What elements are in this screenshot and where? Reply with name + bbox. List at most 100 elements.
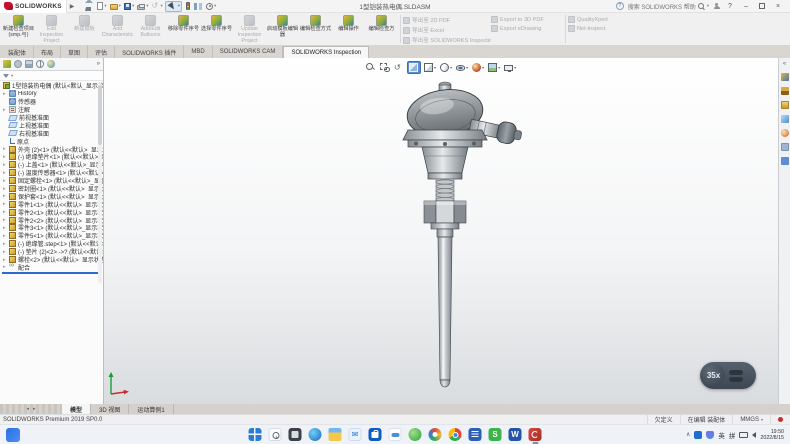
tree-row[interactable]: ▸ (-) 绝缘垫片<1> (默认<<默认>_显示 xyxy=(0,153,103,161)
save-icon[interactable]: ▾ xyxy=(123,1,135,12)
help-menu-button[interactable]: ? xyxy=(724,3,736,10)
tree-end-bar[interactable] xyxy=(2,272,101,274)
export-menu-item[interactable]: Net-Inspect xyxy=(568,25,640,32)
file-explorer-pane-icon[interactable] xyxy=(781,101,789,109)
command-tab[interactable]: SOLIDWORKS CAM xyxy=(213,46,284,58)
ribbon-button[interactable]: 编辑检查方式 xyxy=(299,14,332,44)
document-tab[interactable]: 3D 视图 xyxy=(91,404,129,414)
forum-icon[interactable] xyxy=(781,157,789,165)
command-tab[interactable]: 布局 xyxy=(34,46,61,58)
tree-row[interactable]: 右视基准面 xyxy=(0,129,103,137)
browser-icon[interactable] xyxy=(429,428,442,441)
security-shield-icon[interactable] xyxy=(706,431,714,439)
tree-row[interactable]: ▸ 零件2<1> (默认<<默认>_显示状 xyxy=(0,208,103,216)
file-explorer-icon[interactable] xyxy=(329,428,342,441)
help-search-box[interactable]: 搜索 SOLIDWORKS 帮助 ▾ xyxy=(628,2,709,11)
thermocouple-3d-model[interactable] xyxy=(384,80,534,392)
tree-row[interactable]: ▸ (-) 上盖<1> (默认<<默认>_显示状 xyxy=(0,161,103,169)
ribbon-button[interactable]: Add/Edit Balloons xyxy=(134,14,167,44)
tree-row[interactable]: ▸ 保护套<1> (默认<<默认>_显示状 xyxy=(0,192,103,200)
reader-icon[interactable] xyxy=(469,428,482,441)
tree-row[interactable]: ▸ 固定螺栓<1> (默认<<默认>_显示 xyxy=(0,177,103,185)
taskbar-clock[interactable]: 19:50 2022/8/15 xyxy=(760,429,784,441)
home-icon[interactable] xyxy=(83,1,94,12)
sw-resources-icon[interactable] xyxy=(781,73,789,81)
options-columns-icon[interactable] xyxy=(193,1,204,12)
volume-tray-icon[interactable] xyxy=(752,432,756,438)
restore-button[interactable] xyxy=(759,3,765,9)
cloud-app-icon[interactable] xyxy=(389,428,402,441)
tree-row[interactable]: ▸ 零件2<2> (默认<<默认>_显示状 xyxy=(0,216,103,224)
widgets-icon[interactable] xyxy=(6,428,20,442)
tree-row[interactable]: 前视基准面 xyxy=(0,114,103,122)
property-manager-tab-icon[interactable] xyxy=(14,60,22,68)
new-document-icon[interactable]: ▾ xyxy=(95,1,107,12)
tree-row[interactable]: ▸ (-) 温度传感器<1> (默认<<默认>_ xyxy=(0,169,103,177)
select-cursor-icon[interactable]: ▾ xyxy=(165,1,182,12)
dimxpert-manager-tab-icon[interactable] xyxy=(36,60,44,68)
tree-row[interactable]: 上视基准面 xyxy=(0,121,103,129)
ime-pinyin-indicator[interactable]: 拼 xyxy=(729,430,736,440)
command-tab[interactable]: 装配体 xyxy=(1,46,34,58)
start-icon[interactable] xyxy=(249,428,262,441)
tree-row[interactable]: ▸ 零件5<1> (默认<<默认>_显示状 xyxy=(0,232,103,240)
export-menu-item[interactable]: QualityXpert xyxy=(568,16,640,23)
ribbon-button[interactable]: Add Characteristic xyxy=(101,14,134,44)
tree-row[interactable]: 原点 xyxy=(0,137,103,145)
ribbon-button[interactable]: 启动模板编辑器 xyxy=(266,14,299,44)
rebuild-icon[interactable] xyxy=(183,1,192,12)
undo-icon[interactable]: ↺ ▾ xyxy=(150,1,163,12)
view-palette-icon[interactable] xyxy=(781,115,789,123)
ribbon-button[interactable]: Update Inspection Project xyxy=(233,14,266,44)
apply-scene-icon[interactable]: ▾ xyxy=(487,61,501,74)
design-library-icon[interactable] xyxy=(781,87,789,95)
hide-show-items-icon[interactable]: ▾ xyxy=(455,61,469,74)
section-view-icon[interactable] xyxy=(407,61,421,74)
export-menu-item[interactable]: Export to 3D PDF xyxy=(491,16,563,23)
ime-language-indicator[interactable]: 英 xyxy=(718,430,725,440)
display-style-icon[interactable]: ▾ xyxy=(439,61,453,74)
tree-row[interactable]: ▸ 零件3<1> (默认<<默认>_显示状 xyxy=(0,224,103,232)
tree-row[interactable]: ▸ (-) 垫片 (2)<2> ->? (默认<<默认> xyxy=(0,248,103,256)
ribbon-button[interactable]: 新建模板 xyxy=(68,14,101,44)
tree-filter[interactable]: ▾ xyxy=(0,71,103,81)
zoom-area-icon[interactable] xyxy=(379,61,391,74)
messenger-icon[interactable]: S xyxy=(489,428,502,441)
export-menu-item[interactable]: 导出至 Excel xyxy=(403,26,491,34)
edit-appearance-icon[interactable]: ▾ xyxy=(471,61,485,74)
tree-row[interactable]: ▸ History xyxy=(0,90,103,98)
command-tab[interactable]: MBD xyxy=(184,46,212,58)
tree-row[interactable]: 传感器 xyxy=(0,98,103,106)
tree-scrollbar[interactable] xyxy=(98,83,102,283)
help-bubble-icon[interactable]: ? xyxy=(616,2,624,10)
task-view-icon[interactable] xyxy=(289,428,302,441)
logo-flyout-arrow-icon[interactable]: ▶ xyxy=(67,3,78,10)
display-tray-icon[interactable] xyxy=(739,432,748,438)
ribbon-button[interactable]: 编辑检查方 xyxy=(365,14,398,44)
ribbon-button[interactable]: Edit Inspection Project xyxy=(35,14,68,44)
chrome-icon[interactable] xyxy=(449,428,462,441)
close-button[interactable]: × xyxy=(772,3,784,10)
word-icon[interactable]: W xyxy=(509,428,522,441)
ribbon-button[interactable]: 新建检查项目 (smp.与) xyxy=(2,14,35,44)
tab-scroll-right-icon[interactable]: ▸ xyxy=(33,406,36,412)
tree-row[interactable]: ▸ 配合 xyxy=(0,263,103,271)
mail-icon[interactable]: ✉ xyxy=(349,428,362,441)
export-menu-item[interactable]: 导出至 SOLIDWORKS Inspection 项目 xyxy=(403,36,491,44)
graphics-area[interactable]: ↺ ▾ ▾ xyxy=(104,58,778,404)
tree-row[interactable]: 1型铠装热电偶 (默认<默认_显示状态-1 xyxy=(0,82,103,90)
settings-gear-icon[interactable]: ▾ xyxy=(205,1,217,12)
task-pane-collapse-icon[interactable]: « xyxy=(783,61,786,67)
feature-manager-tab-icon[interactable] xyxy=(3,60,11,68)
login-account-icon[interactable] xyxy=(713,3,720,10)
minimize-button[interactable]: – xyxy=(740,3,752,10)
status-units-selector[interactable]: MMGS▾ xyxy=(732,415,770,424)
green-browser-icon[interactable] xyxy=(409,428,422,441)
appearances-icon[interactable] xyxy=(781,129,789,137)
custom-properties-icon[interactable] xyxy=(781,143,789,151)
view-settings-icon[interactable]: ▾ xyxy=(503,61,517,74)
ribbon-button[interactable]: 选择零件序号 xyxy=(200,14,233,44)
configuration-manager-tab-icon[interactable] xyxy=(25,60,33,68)
store-icon[interactable] xyxy=(369,428,382,441)
tree-row[interactable]: ▸ 零件1<1> (默认<<默认>_显示状态 xyxy=(0,200,103,208)
